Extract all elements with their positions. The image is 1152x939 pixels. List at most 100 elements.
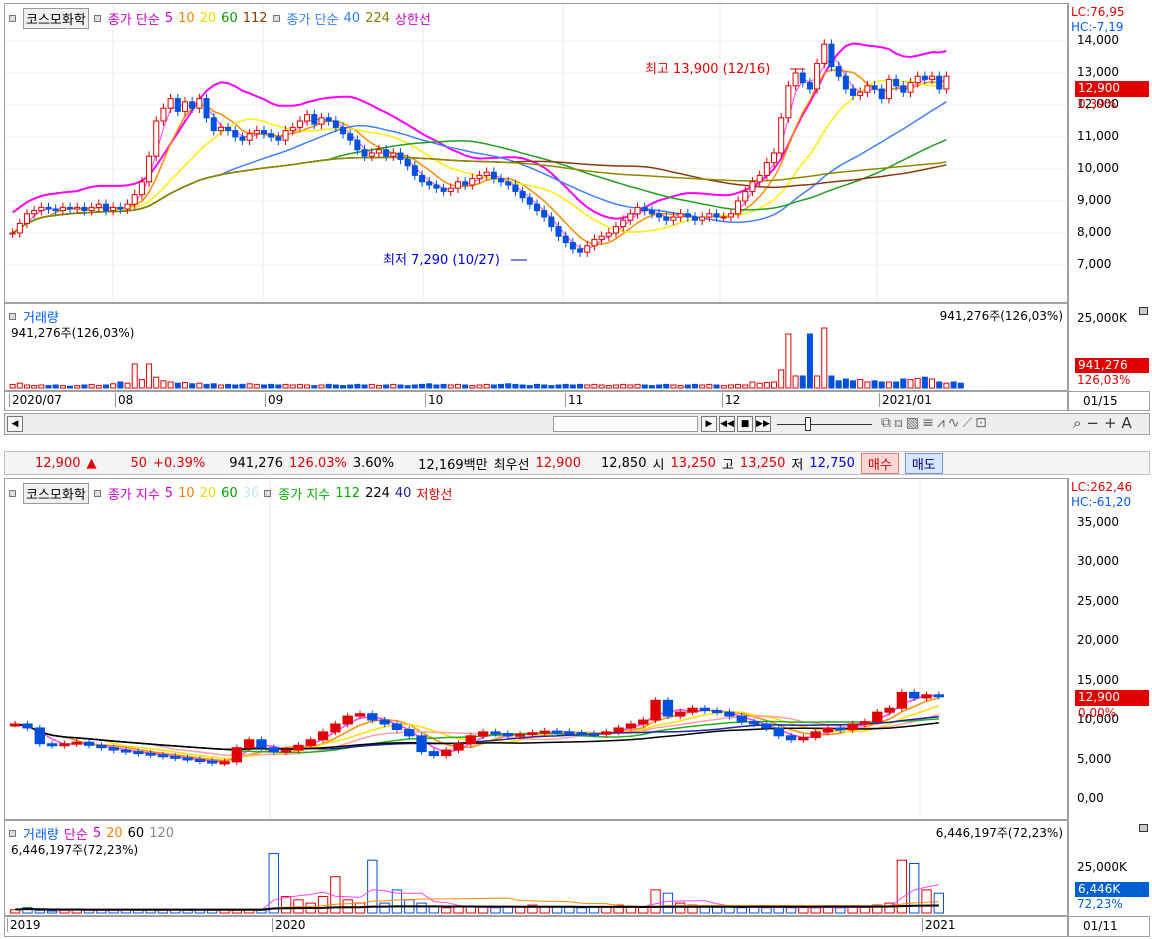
- candle-body: [317, 731, 329, 741]
- volume-bar: [167, 381, 174, 389]
- bottom-x-axis: 2019 2020 2021: [4, 916, 1068, 937]
- candle-body: [239, 136, 246, 141]
- candle-body: [859, 721, 871, 725]
- legend-toggle-icon[interactable]: [93, 490, 101, 497]
- candle-body: [477, 731, 489, 737]
- volume-bar: [441, 907, 452, 914]
- top-volume-chart[interactable]: [5, 304, 1067, 390]
- candle-body: [95, 203, 102, 208]
- scroll-left-button[interactable]: ◀: [7, 416, 23, 432]
- bottom-volume-panel[interactable]: 거래량 단순 5 20 60 120 6,446,197주(72,23%) 6,…: [4, 820, 1068, 916]
- candle-body: [656, 213, 663, 218]
- volume-bar: [38, 384, 45, 389]
- volume-bar: [569, 384, 576, 389]
- sell-button[interactable]: 매도: [904, 452, 943, 474]
- volume-bar: [706, 383, 713, 389]
- volume-bar: [857, 379, 864, 389]
- volume-bar: [498, 383, 505, 389]
- top-price-panel[interactable]: 코스모화학 종가 단순 5 10 20 60 112 종가 단순 40 224 …: [4, 3, 1068, 303]
- ema224-label: 224: [365, 486, 390, 501]
- legend-toggle-icon[interactable]: [264, 490, 272, 497]
- candle-body: [404, 158, 411, 167]
- tb-low-label: 저: [791, 457, 804, 473]
- legend-toggle-icon[interactable]: [93, 15, 101, 22]
- drawing-tools-icons[interactable]: ⧉⧈▧≡⩘∿⟋⊡: [881, 415, 990, 431]
- scroll-thumb[interactable]: [553, 416, 698, 432]
- play-button[interactable]: ▶: [701, 416, 717, 432]
- volume-bar: [383, 384, 390, 389]
- volume-bar: [663, 383, 670, 389]
- low-annotation: 최저 7,290 (10/27): [383, 253, 501, 268]
- legend-toggle-icon[interactable]: [272, 15, 280, 22]
- tb-best-bid: 12,850: [600, 455, 647, 471]
- y-tick-label: 14,000: [1077, 33, 1119, 47]
- top-scrollbar[interactable]: ◀ ▶ ◀◀ ■ ▶▶ ⧉⧈▧≡⩘∿⟋⊡ ⌕−+A: [4, 413, 1150, 435]
- bottom-price-scale[interactable]: LC:262,46 HC:-61,20 35,000 30,000 25,000 20…: [1068, 478, 1150, 820]
- forward-button[interactable]: ▶▶: [755, 416, 771, 432]
- legend-toggle-icon[interactable]: [9, 830, 16, 837]
- top-volume-panel[interactable]: 거래량 941,276주(126,03%) 941,276주(126,03%): [4, 303, 1068, 391]
- zoom-slider-handle[interactable]: [805, 417, 811, 431]
- bottom-candle-chart[interactable]: [5, 479, 1067, 819]
- zoom-slider[interactable]: [777, 424, 872, 425]
- legend-toggle-icon[interactable]: [9, 15, 16, 22]
- volume-bar: [74, 385, 81, 389]
- volume-bar: [871, 380, 878, 389]
- volume-bar: [914, 377, 921, 389]
- volume-bar: [174, 382, 181, 389]
- candle-body: [170, 755, 181, 759]
- current-price-badge: 12,900: [1075, 690, 1149, 706]
- volume-bar: [397, 384, 404, 389]
- candle-body: [426, 181, 433, 186]
- ema2-legend-label: 종가 지수: [278, 488, 331, 503]
- bottom-price-panel[interactable]: 코스모화학 종가 지수 5 10 20 60 36 종가 지수 112 224 …: [4, 478, 1068, 820]
- candle-body: [720, 216, 727, 219]
- candle-body: [539, 730, 550, 734]
- stock-name-button[interactable]: 코스모화학: [23, 483, 89, 504]
- y-tick-label: 15,000: [1077, 672, 1119, 687]
- top-x-right-date: 01/15: [1068, 391, 1150, 411]
- ema36-label: 36: [242, 486, 260, 501]
- legend-toggle-icon[interactable]: [9, 313, 16, 320]
- volume-bar: [196, 382, 203, 389]
- candle-body: [601, 731, 612, 735]
- rewind-button[interactable]: ◀◀: [719, 416, 735, 432]
- candle-body: [120, 749, 132, 753]
- candle-body: [921, 75, 928, 80]
- volume-bar: [761, 907, 772, 914]
- candle-body: [909, 691, 920, 699]
- panel-toggle-icon[interactable]: [1139, 307, 1148, 315]
- candle-body: [447, 187, 454, 192]
- volume-bar: [736, 907, 747, 914]
- ema112-label: 112: [335, 486, 361, 501]
- upper-band-label: 상한선: [394, 13, 431, 28]
- volume-bar: [379, 902, 390, 914]
- candle-body: [773, 727, 784, 737]
- candle-body: [81, 206, 88, 212]
- candle-body: [929, 75, 936, 80]
- zoom-tools-icons[interactable]: ⌕−+A: [1073, 414, 1137, 432]
- candle-body: [498, 178, 505, 183]
- candle-body: [342, 715, 353, 725]
- candle-body: [375, 149, 382, 154]
- top-price-scale[interactable]: LC:76,95 HC:-7,19 14,000 13,000 12,000 11,0…: [1068, 3, 1150, 303]
- tb-change: 50: [130, 455, 148, 471]
- buy-button[interactable]: 매수: [860, 452, 899, 474]
- legend-toggle-icon[interactable]: [9, 490, 16, 497]
- candle-body: [691, 216, 699, 221]
- stop-button[interactable]: ■: [737, 416, 753, 432]
- volume-bar: [627, 384, 634, 389]
- top-candle-chart[interactable]: [5, 4, 1067, 302]
- volume-bar: [311, 385, 318, 389]
- ma20-label: 20: [199, 11, 217, 26]
- tb-open-label: 시: [652, 457, 665, 473]
- stock-name-button[interactable]: 코스모화학: [23, 8, 89, 29]
- candle-body: [231, 747, 243, 763]
- panel-toggle-icon[interactable]: [1139, 824, 1148, 832]
- volume-bar: [742, 384, 749, 389]
- volume-bar: [59, 909, 70, 914]
- volume-scale-label: 25,000K: [1077, 860, 1127, 874]
- x-tick-label: 2020: [272, 918, 306, 932]
- x-tick-label: 2020/07: [9, 393, 62, 407]
- candle-body: [253, 130, 260, 135]
